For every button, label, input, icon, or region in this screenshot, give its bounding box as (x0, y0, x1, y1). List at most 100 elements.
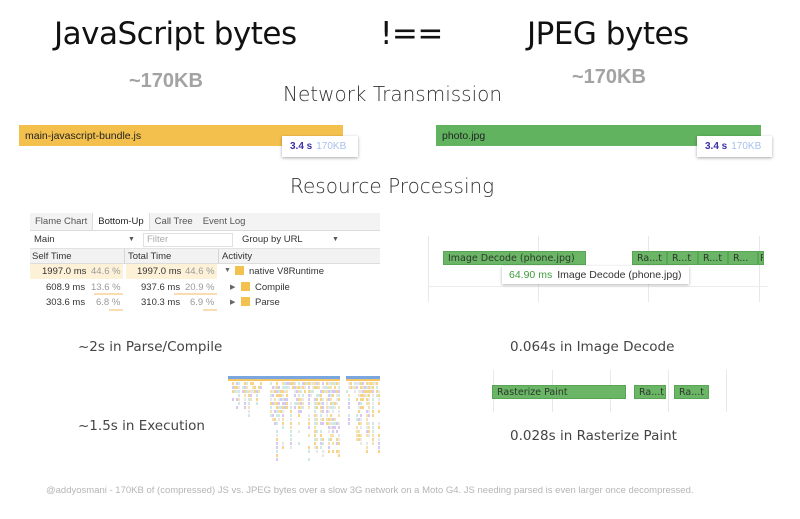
flame-block (308, 446, 310, 449)
flame-block (272, 402, 274, 405)
filter-input[interactable]: Filter (143, 233, 233, 247)
rasterize-event[interactable]: R... (728, 251, 758, 265)
flame-block (258, 390, 260, 393)
flame-block (322, 450, 324, 453)
flame-block (238, 390, 240, 393)
flame-block (330, 434, 332, 437)
flame-block (232, 382, 234, 385)
self-time-percent: 13.6 % (91, 281, 121, 293)
flame-block (362, 406, 364, 409)
flame-block (280, 398, 282, 401)
tab-bottom-up[interactable]: Bottom-Up (92, 213, 150, 230)
flame-block (256, 394, 258, 397)
expand-arrow-icon[interactable]: ▼ (224, 267, 231, 274)
flame-block (346, 390, 348, 393)
flame-block (276, 450, 278, 453)
flame-block (298, 398, 300, 401)
flame-block (228, 379, 340, 381)
flame-block (258, 386, 260, 389)
flame-block (356, 426, 358, 429)
table-row[interactable]: 303.6 ms 6.8 % 310.3 ms 6.9 % ▶ Parse (30, 295, 380, 311)
rasterize-event[interactable]: R...t (667, 251, 698, 265)
flame-block (282, 414, 284, 417)
flame-block (334, 390, 336, 393)
tab-flame-chart[interactable]: Flame Chart (30, 213, 92, 230)
flame-block (296, 390, 298, 393)
flame-block (336, 430, 338, 433)
flame-block (370, 382, 372, 385)
rasterize-event[interactable]: R (758, 251, 764, 265)
tab-call-tree[interactable]: Call Tree (150, 213, 198, 230)
flame-block (290, 402, 292, 405)
flame-block (378, 410, 380, 413)
thread-dropdown-icon[interactable]: ▼ (128, 236, 135, 243)
column-self-time[interactable]: Self Time (32, 251, 72, 262)
rasterize-event[interactable]: Ra...t (632, 251, 667, 265)
flame-block (300, 390, 302, 393)
flame-block (326, 402, 328, 405)
flame-block (348, 398, 350, 401)
table-row[interactable]: 1997.0 ms 44.6 % 1997.0 ms 44.6 % ▼ nati… (30, 264, 380, 280)
flame-block (378, 402, 380, 405)
flame-block (280, 394, 282, 397)
flame-block (276, 438, 278, 441)
flame-block (290, 406, 292, 409)
rasterize-event[interactable]: Ra...t (634, 385, 666, 399)
image-decode-event[interactable]: Image Decode (phone.jpg) (443, 251, 586, 265)
flame-block (256, 402, 258, 405)
image-decode-tooltip: 64.90 ms Image Decode (phone.jpg) (502, 266, 689, 284)
flame-block (358, 382, 360, 385)
flame-block (364, 386, 366, 389)
flame-block (298, 382, 300, 385)
flame-block (368, 426, 370, 429)
flame-block (328, 450, 330, 453)
thread-select[interactable]: Main (34, 234, 55, 245)
flame-block (338, 426, 340, 429)
flame-block (372, 414, 374, 417)
resource-processing-title: Resource Processing (290, 174, 495, 198)
flame-block (336, 398, 338, 401)
expand-arrow-icon[interactable]: ▶ (230, 283, 235, 291)
flame-block (244, 402, 246, 405)
flame-block (338, 382, 340, 385)
flame-block (334, 418, 336, 421)
rasterize-event[interactable]: Ra...t (674, 385, 709, 399)
flame-block (326, 414, 328, 417)
flame-block (360, 394, 362, 397)
flame-block (322, 410, 324, 413)
flame-block (368, 414, 370, 417)
flame-block (326, 386, 328, 389)
flame-block (282, 386, 284, 389)
flame-block (330, 422, 332, 425)
flame-block (328, 446, 330, 449)
flame-block (360, 390, 362, 393)
flame-block (358, 394, 360, 397)
flame-block (314, 422, 316, 425)
flame-block (358, 390, 360, 393)
group-by-select[interactable]: Group by URL (242, 234, 303, 245)
expand-arrow-icon[interactable]: ▶ (230, 298, 235, 306)
flame-block (276, 430, 278, 433)
flame-block (378, 438, 380, 441)
flame-block (376, 382, 378, 385)
flame-block (308, 398, 310, 401)
not-equal-operator: !== (380, 16, 443, 52)
group-dropdown-icon[interactable]: ▼ (332, 236, 339, 243)
flame-block (294, 382, 296, 385)
table-row[interactable]: 608.9 ms 13.6 % 937.6 ms 20.9 % ▶ Compil… (30, 280, 380, 295)
column-total-time[interactable]: Total Time (128, 251, 171, 262)
flame-block (330, 406, 332, 409)
flame-block (350, 382, 352, 385)
flame-block (278, 402, 280, 405)
flame-block (252, 386, 254, 389)
flame-block (330, 418, 332, 421)
flame-block (270, 394, 272, 397)
column-activity[interactable]: Activity (222, 251, 252, 262)
tab-event-log[interactable]: Event Log (198, 213, 251, 230)
rasterize-event[interactable]: R...t (698, 251, 728, 265)
flame-block (308, 458, 310, 461)
flame-block (314, 406, 316, 409)
rasterize-paint-event[interactable]: Rasterize Paint (492, 385, 626, 399)
flame-block (352, 386, 354, 389)
self-time-value: 1997.0 ms (42, 266, 87, 277)
